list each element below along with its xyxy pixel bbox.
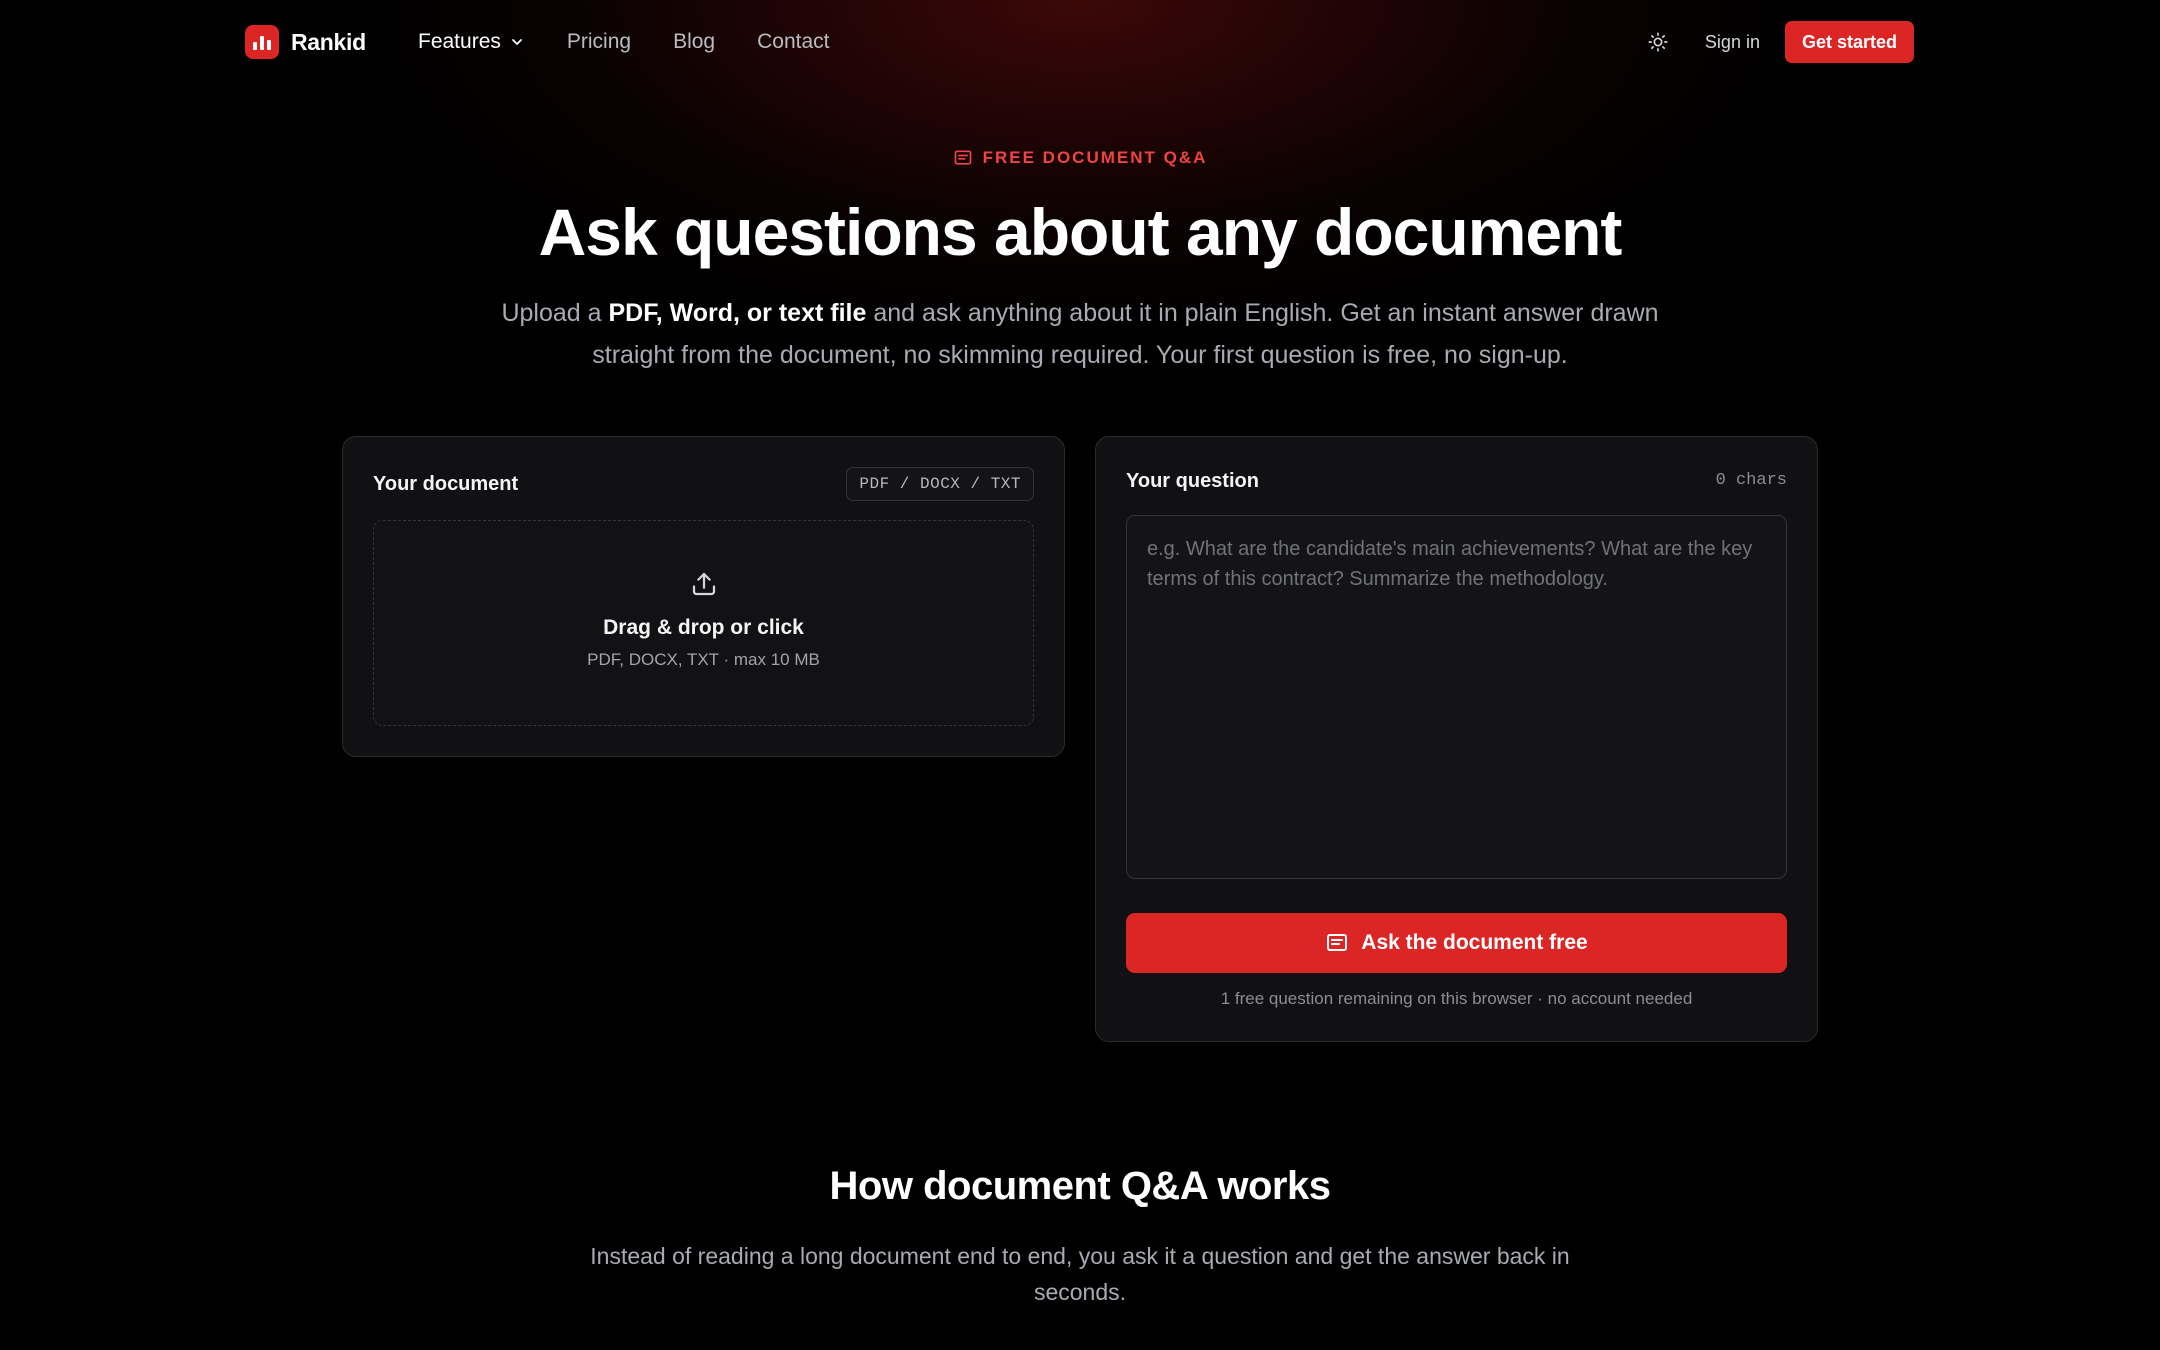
file-dropzone[interactable]: Drag & drop or click PDF, DOCX, TXT · ma… (373, 520, 1034, 726)
nav-link-blog[interactable]: Blog (673, 30, 715, 54)
main-nav: Features Pricing Blog Contact (418, 25, 871, 59)
upload-icon (692, 572, 715, 596)
ask-button-label: Ask the document free (1361, 931, 1588, 954)
how-section-title: How document Q&A works (829, 1164, 1331, 1208)
document-card-label: Your document (373, 473, 519, 495)
nav-link-pricing[interactable]: Pricing (567, 30, 631, 54)
hero-subtitle-bold: PDF, Word, or text file (608, 299, 867, 327)
hero-subtitle: Upload a PDF, Word, or text file and ask… (500, 292, 1660, 376)
page-title: Ask questions about any document (538, 195, 1623, 269)
sun-icon (1648, 32, 1668, 52)
message-square-icon (1327, 934, 1348, 951)
hero-eyebrow: FREE DOCUMENT Q&A (0, 148, 2160, 168)
brand-logo[interactable]: Rankid (245, 25, 366, 59)
hero-subtitle-pre: Upload a (501, 299, 609, 327)
nav-link-label: Features (418, 30, 501, 53)
brand-name: Rankid (291, 28, 366, 55)
dropzone-title: Drag & drop or click (603, 616, 804, 639)
chevron-down-icon (511, 39, 522, 45)
char-count: 0 chars (1715, 471, 1787, 490)
nav-link-label: Blog (673, 30, 716, 53)
free-questions-note: 1 free question remaining on this browse… (1220, 989, 1693, 1008)
theme-toggle-button[interactable] (1643, 27, 1673, 57)
top-nav: Rankid Features Pricing Blog Contact Sig… (0, 0, 2160, 84)
file-types-badge: PDF / DOCX / TXT (846, 467, 1034, 501)
message-square-icon (954, 150, 971, 165)
question-card: Your question 0 chars Ask the document f… (1095, 436, 1818, 1042)
sign-in-link[interactable]: Sign in (1705, 32, 1760, 53)
document-card: Your document PDF / DOCX / TXT Drag & dr… (342, 436, 1065, 757)
get-started-button[interactable]: Get started (1784, 21, 1914, 63)
eyebrow-text: FREE DOCUMENT Q&A (982, 148, 1208, 167)
nav-link-contact[interactable]: Contact (757, 30, 829, 54)
question-card-label: Your question (1126, 470, 1259, 492)
nav-link-label: Pricing (566, 30, 632, 53)
question-input[interactable] (1126, 515, 1787, 879)
bar-chart-icon (245, 25, 279, 59)
how-section-subtitle: Instead of reading a long document end t… (590, 1243, 1570, 1305)
nav-link-label: Contact (757, 30, 830, 53)
nav-actions: Sign in Get started (1643, 21, 1914, 63)
dropzone-subtitle: PDF, DOCX, TXT · max 10 MB (587, 650, 820, 669)
nav-link-features[interactable]: Features (418, 30, 525, 54)
ask-document-button[interactable]: Ask the document free (1126, 913, 1787, 973)
